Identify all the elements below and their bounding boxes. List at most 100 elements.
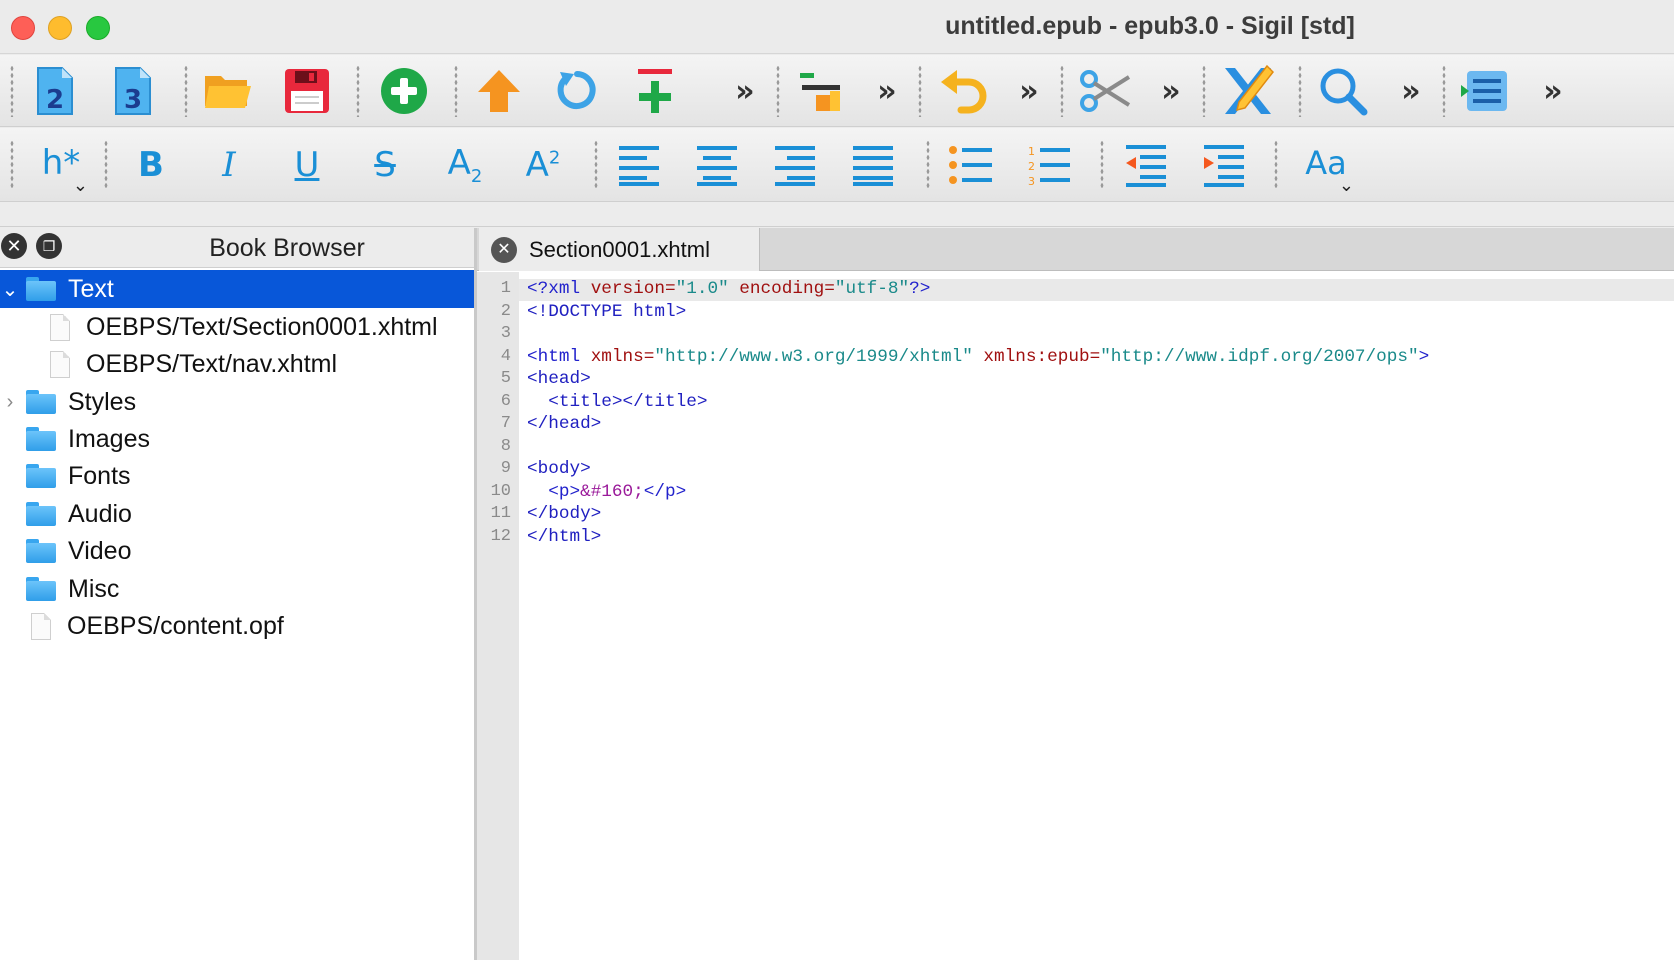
tab-section0001[interactable]: ✕ Section0001.xhtml bbox=[479, 228, 760, 271]
add-html-2-button[interactable]: 2 bbox=[34, 65, 76, 117]
file-icon bbox=[31, 612, 51, 640]
strikethrough-button[interactable]: S bbox=[362, 138, 408, 192]
insert-marker-button[interactable] bbox=[796, 65, 846, 117]
align-right-icon bbox=[775, 146, 815, 186]
tree-file-section0001[interactable]: OEBPS/Text/Section0001.xhtml bbox=[0, 308, 474, 346]
tree-folder-audio[interactable]: Audio bbox=[0, 495, 474, 533]
close-tab-icon[interactable]: ✕ bbox=[491, 236, 517, 263]
bullet-list-button[interactable] bbox=[946, 140, 996, 190]
subscript-icon: A2 bbox=[447, 143, 483, 187]
toolbar-grip[interactable] bbox=[104, 140, 108, 190]
code-line-5: <head> bbox=[527, 369, 591, 389]
tidy-pencil-icon bbox=[1225, 64, 1274, 114]
heading-dropdown[interactable]: h* ⌄ bbox=[30, 136, 92, 196]
find-replace-button[interactable] bbox=[1316, 65, 1370, 117]
move-up-button[interactable] bbox=[474, 65, 524, 117]
bold-button[interactable]: B bbox=[128, 138, 174, 192]
align-center-button[interactable] bbox=[692, 140, 742, 190]
document-3-icon: 3 bbox=[115, 67, 151, 115]
toolbar-grip[interactable] bbox=[10, 65, 14, 117]
scissors-icon bbox=[1080, 70, 1131, 112]
more-chevron-icon[interactable]: » bbox=[1148, 69, 1186, 113]
toolbar-grip[interactable] bbox=[184, 65, 188, 117]
more-chevron-icon[interactable]: » bbox=[1006, 69, 1044, 113]
toolbar-grip[interactable] bbox=[926, 140, 930, 190]
toolbar-grip[interactable] bbox=[918, 65, 922, 117]
split-button[interactable] bbox=[630, 65, 680, 117]
tab-label: Section0001.xhtml bbox=[529, 236, 710, 262]
add-html-3-button[interactable]: 3 bbox=[112, 65, 154, 117]
align-right-button[interactable] bbox=[770, 140, 820, 190]
numbered-list-button[interactable]: 1 2 3 bbox=[1024, 140, 1074, 190]
open-button[interactable] bbox=[203, 65, 253, 117]
toolbar-grip[interactable] bbox=[1100, 140, 1104, 190]
tree-folder-video[interactable]: Video bbox=[0, 532, 474, 570]
book-browser-header: ✕ ❐ Book Browser bbox=[0, 228, 474, 268]
svg-text:3: 3 bbox=[1028, 175, 1035, 186]
more-chevron-icon[interactable]: » bbox=[864, 69, 902, 113]
table-of-contents-button[interactable] bbox=[1460, 65, 1514, 117]
folder-icon bbox=[26, 464, 56, 488]
bullet-list-icon bbox=[949, 146, 992, 184]
plus-circle-icon bbox=[381, 68, 427, 114]
undo-button[interactable] bbox=[938, 65, 988, 117]
increase-indent-button[interactable] bbox=[1198, 140, 1248, 190]
svg-text:2: 2 bbox=[46, 85, 64, 115]
line-number: 6 bbox=[500, 392, 511, 411]
line-number: 9 bbox=[500, 459, 511, 478]
toolbar-grip[interactable] bbox=[1060, 65, 1064, 117]
change-case-dropdown[interactable]: Aa ⌄ bbox=[1290, 136, 1362, 196]
bold-icon: B bbox=[138, 145, 164, 185]
indent-icon bbox=[1204, 145, 1244, 187]
book-browser-panel: ✕ ❐ Book Browser ⌄ Text OEBPS/Text/Secti… bbox=[0, 228, 477, 960]
line-number: 11 bbox=[490, 504, 511, 523]
reload-button[interactable] bbox=[552, 65, 602, 117]
toolbar-grip[interactable] bbox=[776, 65, 780, 117]
toolbar-grip[interactable] bbox=[1442, 65, 1446, 117]
cut-button[interactable] bbox=[1078, 65, 1132, 117]
file-icon bbox=[50, 313, 70, 341]
more-chevron-icon[interactable]: » bbox=[1530, 69, 1568, 113]
tree-item-label: Audio bbox=[68, 499, 132, 528]
tab-bar: ✕ Section0001.xhtml bbox=[477, 228, 1674, 271]
strikethrough-icon: S bbox=[374, 145, 396, 185]
toolbar-grip[interactable] bbox=[1202, 65, 1206, 117]
code-line-6: <title></title> bbox=[527, 392, 708, 412]
more-chevron-icon[interactable]: » bbox=[1388, 69, 1426, 113]
save-button[interactable] bbox=[282, 65, 332, 117]
toolbar-grip[interactable] bbox=[1298, 65, 1302, 117]
line-number: 3 bbox=[500, 324, 511, 343]
line-number: 4 bbox=[500, 347, 511, 366]
tree-folder-fonts[interactable]: Fonts bbox=[0, 457, 474, 495]
more-chevron-icon[interactable]: » bbox=[722, 69, 760, 113]
toolbar-grip[interactable] bbox=[10, 140, 14, 190]
align-left-button[interactable] bbox=[614, 140, 664, 190]
italic-button[interactable]: I bbox=[206, 138, 252, 192]
code-line-9: <body> bbox=[527, 459, 591, 479]
toolbar-grip[interactable] bbox=[1274, 140, 1278, 190]
tree-folder-misc[interactable]: Misc bbox=[0, 570, 474, 608]
chevron-right-icon[interactable]: › bbox=[0, 391, 20, 414]
tree-folder-text[interactable]: ⌄ Text bbox=[0, 270, 474, 308]
code-line-4: <html xmlns="http://www.w3.org/1999/xhtm… bbox=[527, 347, 1430, 367]
toolbar-grip[interactable] bbox=[594, 140, 598, 190]
tree-item-label: Fonts bbox=[68, 461, 131, 490]
tree-file-nav[interactable]: OEBPS/Text/nav.xhtml bbox=[0, 345, 474, 383]
tree-file-content-opf[interactable]: OEBPS/content.opf bbox=[0, 607, 474, 645]
add-existing-button[interactable] bbox=[378, 65, 430, 117]
justify-button[interactable] bbox=[848, 140, 898, 190]
window-minimize-button[interactable] bbox=[48, 16, 72, 40]
superscript-button[interactable]: A2 bbox=[518, 138, 568, 192]
underline-button[interactable]: U bbox=[284, 138, 330, 192]
toolbar-grip[interactable] bbox=[356, 65, 360, 117]
window-zoom-button[interactable] bbox=[86, 16, 110, 40]
chevron-down-icon[interactable]: ⌄ bbox=[0, 277, 20, 302]
tree-folder-images[interactable]: Images bbox=[0, 420, 474, 458]
subscript-button[interactable]: A2 bbox=[440, 138, 490, 192]
window-close-button[interactable] bbox=[11, 16, 35, 40]
toolbar-grip[interactable] bbox=[454, 65, 458, 117]
tree-folder-styles[interactable]: › Styles bbox=[0, 383, 474, 421]
clean-html-button[interactable] bbox=[1220, 63, 1276, 119]
title-bar: untitled.epub - epub3.0 - Sigil [std] bbox=[0, 0, 1674, 54]
decrease-indent-button[interactable] bbox=[1120, 140, 1170, 190]
